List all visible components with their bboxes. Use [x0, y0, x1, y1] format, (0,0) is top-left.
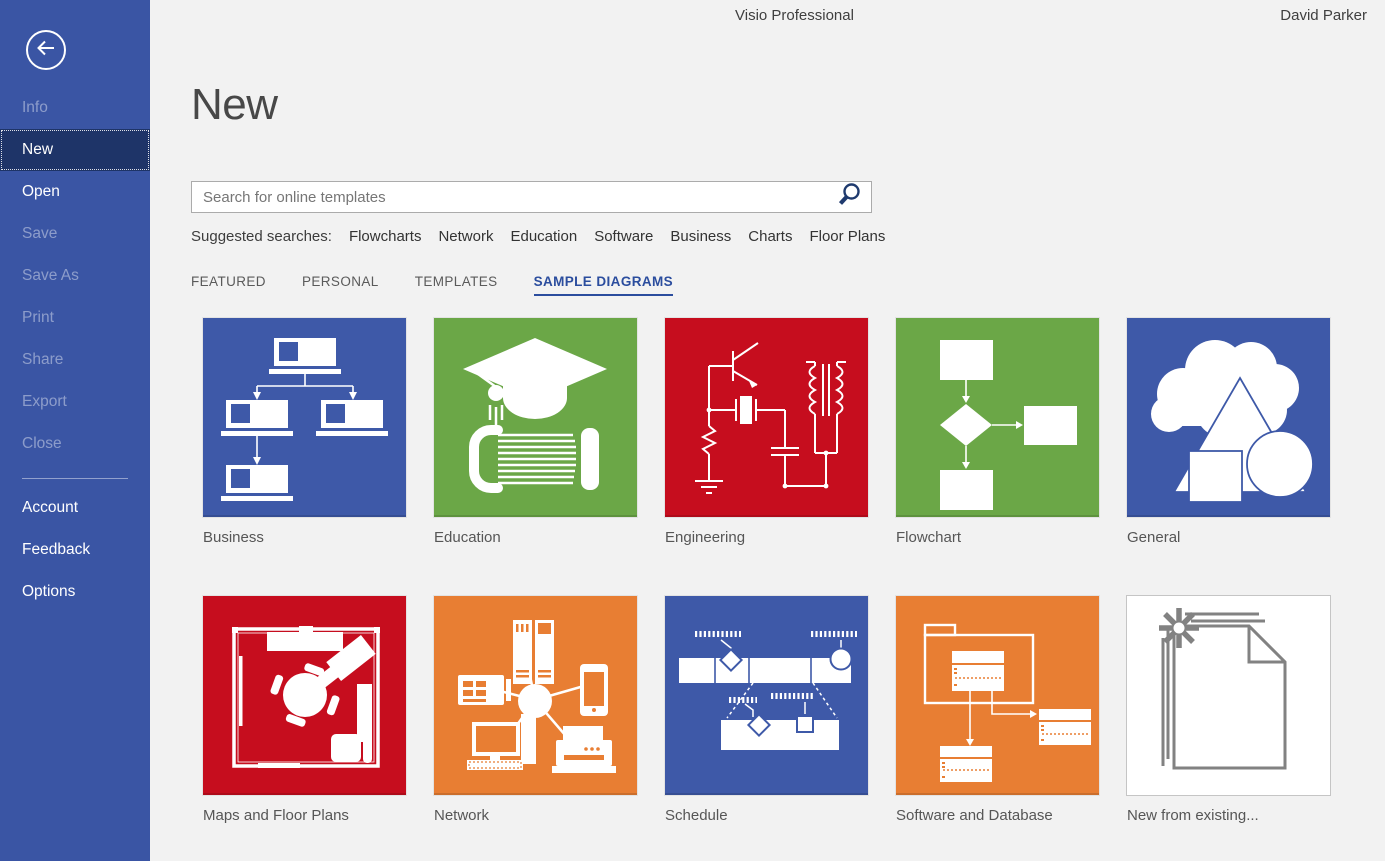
template-cell-business: Business — [203, 318, 406, 546]
sidebar-item-new[interactable]: New — [0, 129, 150, 171]
template-cell-education: Education — [434, 318, 637, 546]
tile-flowchart[interactable] — [896, 318, 1099, 517]
tile-software-and-database[interactable] — [896, 596, 1099, 795]
template-cell-flowchart: Flowchart — [896, 318, 1099, 546]
tile-new-from-existing[interactable] — [1127, 596, 1330, 795]
window-title: Visio Professional — [735, 7, 854, 24]
tab-templates[interactable]: TEMPLATES — [415, 274, 498, 296]
template-cell-maps-floor-plans: Maps and Floor Plans — [203, 596, 406, 824]
tab-personal[interactable]: PERSONAL — [302, 274, 379, 296]
org-chart-laptops-icon — [203, 318, 406, 517]
tab-sample-diagrams[interactable]: SAMPLE DIAGRAMS — [534, 274, 674, 296]
back-arrow-icon — [34, 36, 58, 65]
backstage-sidebar: Info New Open Save Save As Print Share E… — [0, 0, 150, 861]
template-cell-network: Network — [434, 596, 637, 824]
database-tables-icon — [896, 596, 1099, 795]
suggested-link-floor-plans[interactable]: Floor Plans — [809, 228, 885, 245]
sidebar-item-account[interactable]: Account — [0, 487, 150, 529]
sidebar-nav: Info New Open Save Save As Print Share E… — [0, 87, 150, 465]
template-cell-schedule: Schedule — [665, 596, 868, 824]
search-button[interactable] — [827, 182, 871, 212]
suggested-link-software[interactable]: Software — [594, 228, 653, 245]
suggested-searches: Suggested searches: Flowcharts Network E… — [191, 228, 885, 245]
back-button[interactable] — [26, 30, 66, 70]
tile-label-software-and-database: Software and Database — [896, 807, 1099, 824]
sidebar-item-share: Share — [0, 339, 150, 381]
tile-network[interactable] — [434, 596, 637, 795]
sidebar-item-print: Print — [0, 297, 150, 339]
tile-label-maps-and-floor-plans: Maps and Floor Plans — [203, 807, 406, 824]
sidebar-item-open[interactable]: Open — [0, 171, 150, 213]
tile-label-schedule: Schedule — [665, 807, 868, 824]
suggested-searches-label: Suggested searches: — [191, 228, 332, 245]
tile-label-flowchart: Flowchart — [896, 529, 1099, 546]
tile-engineering[interactable] — [665, 318, 868, 517]
tile-education[interactable] — [434, 318, 637, 517]
search-magnifier-icon — [836, 182, 862, 213]
timeline-icon — [665, 596, 868, 795]
tile-maps-and-floor-plans[interactable] — [203, 596, 406, 795]
basic-shapes-cloud-icon — [1127, 318, 1330, 517]
template-cell-new-from-existing: New from existing... — [1127, 596, 1330, 824]
search-input[interactable] — [192, 182, 827, 212]
signed-in-user[interactable]: David Parker — [1280, 7, 1367, 24]
tile-label-general: General — [1127, 529, 1330, 546]
suggested-link-business[interactable]: Business — [670, 228, 731, 245]
tile-business[interactable] — [203, 318, 406, 517]
sidebar-item-save-as: Save As — [0, 255, 150, 297]
online-template-search — [191, 181, 872, 213]
floor-plan-icon — [203, 596, 406, 795]
graduation-cap-book-icon — [434, 318, 637, 517]
template-grid: Business Education — [203, 318, 1330, 824]
suggested-link-charts[interactable]: Charts — [748, 228, 792, 245]
page-title: New — [191, 80, 278, 130]
tab-featured[interactable]: FEATURED — [191, 274, 266, 296]
new-from-existing-page-icon — [1127, 596, 1330, 795]
sidebar-item-feedback[interactable]: Feedback — [0, 529, 150, 571]
template-cell-general: General — [1127, 318, 1330, 546]
sidebar-item-save: Save — [0, 213, 150, 255]
template-cell-software-database: Software and Database — [896, 596, 1099, 824]
template-category-tabs: FEATURED PERSONAL TEMPLATES SAMPLE DIAGR… — [191, 274, 673, 296]
tile-label-network: Network — [434, 807, 637, 824]
sidebar-item-export: Export — [0, 381, 150, 423]
template-cell-engineering: Engineering — [665, 318, 868, 546]
circuit-diagram-icon — [665, 318, 868, 517]
suggested-link-network[interactable]: Network — [438, 228, 493, 245]
tile-label-engineering: Engineering — [665, 529, 868, 546]
sidebar-divider — [22, 478, 128, 479]
tile-general[interactable] — [1127, 318, 1330, 517]
suggested-link-education[interactable]: Education — [510, 228, 577, 245]
tile-schedule[interactable] — [665, 596, 868, 795]
suggested-link-flowcharts[interactable]: Flowcharts — [349, 228, 422, 245]
sidebar-item-info: Info — [0, 87, 150, 129]
tile-label-business: Business — [203, 529, 406, 546]
sidebar-footer-nav: Account Feedback Options — [0, 487, 150, 613]
network-star-icon — [434, 596, 637, 795]
tile-label-new-from-existing: New from existing... — [1127, 807, 1330, 824]
sidebar-item-close: Close — [0, 423, 150, 465]
tile-label-education: Education — [434, 529, 637, 546]
sidebar-item-options[interactable]: Options — [0, 571, 150, 613]
flowchart-shapes-icon — [896, 318, 1099, 517]
